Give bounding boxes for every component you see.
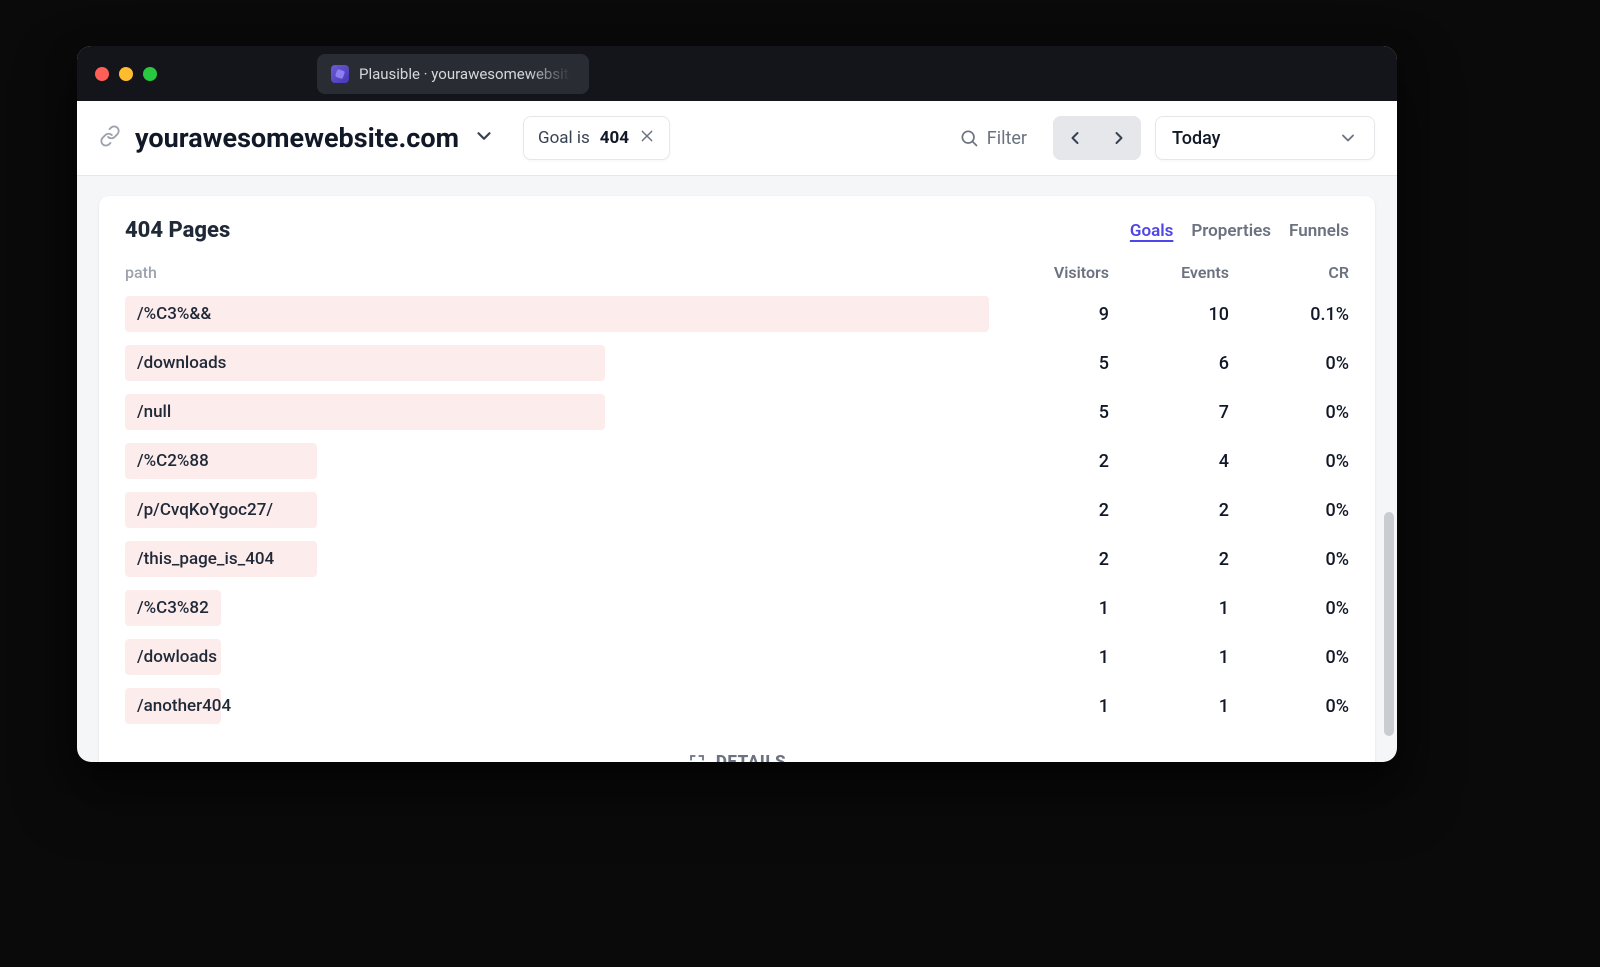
row-bar-wrap: /%C3%82 [125,590,989,626]
row-path-label: /null [125,402,171,422]
table-row[interactable]: /downloads 560% [125,341,1349,385]
row-bar-wrap: /%C3%&& [125,296,989,332]
details-button-label: DETAILS [716,752,786,762]
active-filter-chip[interactable]: Goal is 404 [523,116,670,160]
row-cr: 0% [1229,598,1349,619]
table-row[interactable]: /p/CvqKoYgoc27/220% [125,488,1349,532]
row-path-label: /downloads [125,353,226,373]
prev-period-button[interactable] [1053,116,1097,160]
row-events: 1 [1109,598,1229,619]
window-controls [95,67,157,81]
row-visitors: 2 [989,500,1109,521]
table-rows: /%C3%&&9100.1%/downloads560%/null570%/%C… [99,292,1375,728]
filter-button[interactable]: Filter [947,120,1039,157]
browser-tab[interactable]: Plausible · yourawesomewebsite [317,54,589,94]
row-path-label: /%C3%&& [125,304,211,324]
row-cr: 0% [1229,500,1349,521]
table-row[interactable]: /%C3%&& 9100.1% [125,292,1349,336]
row-visitors: 1 [989,598,1109,619]
topbar: yourawesomewebsite.com Goal is 404 Filte… [77,101,1397,176]
row-visitors: 2 [989,549,1109,570]
filter-button-label: Filter [987,128,1027,149]
row-events: 7 [1109,402,1229,423]
tab-goals[interactable]: Goals [1130,221,1174,241]
date-range-select[interactable]: Today [1155,116,1375,160]
row-bar-wrap: /%C2%88 [125,443,989,479]
row-events: 4 [1109,451,1229,472]
scrollbar-thumb[interactable] [1384,512,1394,736]
table-row[interactable]: /%C3%82110% [125,586,1349,630]
report-card: 404 Pages Goals Properties Funnels path … [99,196,1375,762]
card-tabs: Goals Properties Funnels [1130,221,1349,241]
row-visitors: 1 [989,647,1109,668]
row-visitors: 5 [989,353,1109,374]
column-headers: path Visitors Events CR [99,249,1375,292]
row-visitors: 2 [989,451,1109,472]
table-row[interactable]: /%C2%88 240% [125,439,1349,483]
browser-window: Plausible · yourawesomewebsite youraweso… [77,46,1397,762]
table-row[interactable]: /null 570% [125,390,1349,434]
row-bar [125,296,989,332]
date-range-label: Today [1172,128,1221,149]
row-path-label: /%C3%82 [125,598,209,618]
row-bar-wrap: /dowloads [125,639,989,675]
plausible-favicon-icon [331,65,349,83]
chevron-down-icon [1338,128,1358,148]
row-path-label: /this_page_is_404 [125,549,274,569]
row-events: 10 [1109,304,1229,325]
table-row[interactable]: /this_page_is_404220% [125,537,1349,581]
site-name[interactable]: yourawesomewebsite.com [135,122,459,154]
close-window-button[interactable] [95,67,109,81]
row-events: 1 [1109,696,1229,717]
site-dropdown-button[interactable] [473,125,495,151]
col-header-path: path [125,263,989,282]
col-header-cr: CR [1229,263,1349,282]
row-path-label: /dowloads [125,647,217,667]
row-path-label: /%C2%88 [125,451,209,471]
browser-tab-title: Plausible · yourawesomewebsite [359,65,571,83]
row-visitors: 9 [989,304,1109,325]
filter-chip-value: 404 [600,128,629,148]
row-events: 2 [1109,500,1229,521]
row-cr: 0% [1229,451,1349,472]
col-header-events: Events [1109,263,1229,282]
row-events: 6 [1109,353,1229,374]
next-period-button[interactable] [1097,116,1141,160]
row-bar-wrap: /this_page_is_404 [125,541,989,577]
remove-filter-button[interactable] [639,128,655,149]
row-cr: 0% [1229,647,1349,668]
row-cr: 0.1% [1229,304,1349,325]
maximize-window-button[interactable] [143,67,157,81]
link-icon [99,125,121,151]
row-visitors: 5 [989,402,1109,423]
row-cr: 0% [1229,402,1349,423]
row-cr: 0% [1229,696,1349,717]
table-row[interactable]: /another404110% [125,684,1349,728]
minimize-window-button[interactable] [119,67,133,81]
card-header: 404 Pages Goals Properties Funnels [99,218,1375,249]
date-nav-group [1053,116,1141,160]
row-cr: 0% [1229,549,1349,570]
row-cr: 0% [1229,353,1349,374]
tab-properties[interactable]: Properties [1191,221,1271,241]
titlebar: Plausible · yourawesomewebsite [77,46,1397,101]
card-title: 404 Pages [125,218,230,243]
row-path-label: /p/CvqKoYgoc27/ [125,500,273,520]
col-header-visitors: Visitors [989,263,1109,282]
row-visitors: 1 [989,696,1109,717]
details-button[interactable]: DETAILS [99,742,1375,762]
row-bar-wrap: /p/CvqKoYgoc27/ [125,492,989,528]
table-row[interactable]: /dowloads110% [125,635,1349,679]
row-bar [125,394,605,430]
row-bar-wrap: /downloads [125,345,989,381]
row-events: 2 [1109,549,1229,570]
row-bar-wrap: /another404 [125,688,989,724]
tab-funnels[interactable]: Funnels [1289,221,1349,241]
row-events: 1 [1109,647,1229,668]
row-path-label: /another404 [125,696,231,716]
filter-chip-prefix: Goal is [538,128,590,148]
expand-icon [688,753,706,762]
row-bar-wrap: /null [125,394,989,430]
